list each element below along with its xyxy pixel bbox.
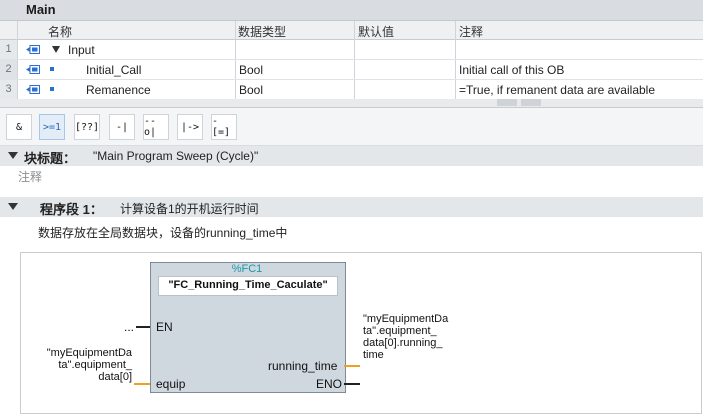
editor-title: Main <box>26 2 56 17</box>
table-row[interactable]: 2 Initial_Call Bool Initial call of this… <box>0 60 703 80</box>
block-title-label: 块标题： <box>24 151 77 166</box>
block-comment[interactable]: 注释 <box>18 168 42 185</box>
collapse-up-icon[interactable] <box>497 99 517 106</box>
pin-running-time: running_time <box>268 359 338 373</box>
eno-wire <box>344 383 360 385</box>
running-time-wire <box>344 365 360 367</box>
interface-datatype[interactable]: Bool <box>239 83 263 97</box>
column-header-comment[interactable]: 注释 <box>459 23 483 40</box>
column-header-datatype[interactable]: 数据类型 <box>238 23 286 40</box>
interface-name[interactable]: Initial_Call <box>86 63 141 77</box>
interface-table[interactable]: 名称 数据类型 默认值 注释 1 Input 2 Initial_Call Bo… <box>0 21 703 100</box>
en-input-placeholder[interactable]: ... <box>124 320 134 334</box>
expand-arrow-icon[interactable] <box>52 46 60 53</box>
equip-wire <box>134 383 150 385</box>
fc-name: "FC_Running_Time_Caculate" <box>168 279 328 291</box>
bullet-icon <box>50 87 54 91</box>
pin-equip: equip <box>156 377 186 391</box>
input-variable-icon <box>26 85 40 94</box>
equip-parameter[interactable]: "myEquipmentDa ta".equipment_ data[0] <box>34 347 132 383</box>
collapse-arrow-icon[interactable] <box>8 152 18 159</box>
editor-title-bar: Main <box>0 0 703 21</box>
network-comment[interactable]: 数据存放在全局数据块，设备的running_time中 <box>38 224 287 241</box>
table-row[interactable]: 3 Remanence Bool =True, if remanent data… <box>0 80 703 100</box>
fc-instance-label: %FC1 <box>231 263 263 275</box>
interface-comment[interactable]: =True, if remanent data are available <box>459 83 655 97</box>
or-box-button[interactable]: >=1 <box>39 114 65 140</box>
network-title-bar[interactable]: 程序段 1： 计算设备1的开机运行时间 <box>0 197 703 217</box>
interface-datatype[interactable]: Bool <box>239 63 263 77</box>
en-wire <box>136 326 150 328</box>
table-row[interactable]: 1 Input <box>0 40 703 60</box>
column-header-name[interactable]: 名称 <box>48 23 72 40</box>
collapse-arrow-icon[interactable] <box>8 203 18 210</box>
splitter-bar[interactable] <box>0 99 703 108</box>
bullet-icon <box>50 67 54 71</box>
ladder-network-area[interactable] <box>20 252 702 414</box>
interface-name[interactable]: Remanence <box>86 83 151 97</box>
network-title[interactable]: 计算设备1的开机运行时间 <box>120 200 259 217</box>
interface-name[interactable]: Input <box>68 43 95 57</box>
row-number: 3 <box>0 80 17 99</box>
expand-down-icon[interactable] <box>521 99 541 106</box>
interface-comment[interactable]: Initial call of this OB <box>459 63 564 77</box>
pin-eno: ENO <box>316 377 343 391</box>
coil-button[interactable]: -[=] <box>211 114 237 140</box>
ladder-toolbar: & >=1 [??] -| --o| |-> -[=] <box>0 108 703 146</box>
contact-button[interactable]: -| <box>109 114 135 140</box>
open-branch-button[interactable]: |-> <box>177 114 203 140</box>
negated-contact-button[interactable]: --o| <box>143 114 169 140</box>
interface-table-header: 名称 数据类型 默认值 注释 <box>0 21 703 40</box>
network-label: 程序段 1： <box>40 202 103 217</box>
row-number: 2 <box>0 60 17 79</box>
row-number: 1 <box>0 40 17 59</box>
and-box-button[interactable]: & <box>6 114 32 140</box>
running-time-parameter[interactable]: "myEquipmentDa ta".equipment_ data[0].ru… <box>363 313 448 361</box>
block-title-value[interactable]: "Main Program Sweep (Cycle)" <box>93 149 258 163</box>
input-section-icon <box>26 45 40 54</box>
pin-en: EN <box>156 320 173 334</box>
column-header-default[interactable]: 默认值 <box>358 23 394 40</box>
empty-box-button[interactable]: [??] <box>74 114 100 140</box>
block-title-bar[interactable]: 块标题： "Main Program Sweep (Cycle)" <box>0 146 703 166</box>
input-variable-icon <box>26 65 40 74</box>
